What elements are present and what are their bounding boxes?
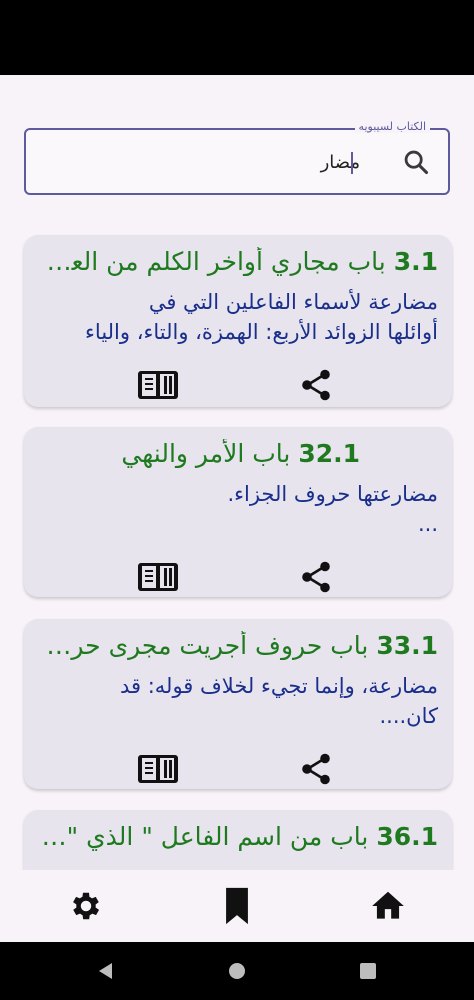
snippet-line: مضارعتها حروف الجزاء. (227, 482, 438, 506)
share-icon (302, 369, 330, 401)
snippet-line: مضارعة، وإنما تجيء لخلاف قوله: قد (119, 674, 438, 698)
read-button[interactable] (136, 749, 180, 789)
text-caret (351, 152, 353, 174)
settings-button[interactable] (64, 884, 108, 928)
result-number: 32.1 (298, 439, 360, 468)
home-button[interactable] (366, 884, 410, 928)
search-legend: الكتاب لسيبويه (354, 120, 430, 133)
result-snippet: مضارعتها حروف الجزاء. ... (36, 479, 438, 539)
result-title: 32.1 باب الأمر والنهي (38, 439, 360, 468)
result-card[interactable]: 32.1 باب الأمر والنهي مضارعتها حروف الجز… (24, 427, 452, 597)
status-bar (0, 0, 474, 75)
system-back-button[interactable] (95, 960, 117, 982)
read-button[interactable] (136, 365, 180, 405)
bookmark-icon (226, 887, 248, 925)
result-snippet: مضارعة، وإنما تجيء لخلاف قوله: قد كان...… (36, 671, 438, 731)
snippet-line: كان.... (379, 704, 438, 728)
result-title-text: باب من اسم الفاعل " الذي " ... (38, 822, 369, 851)
result-title: 33.1 باب حروف أجريت مجرى حروف الاستفهام (38, 631, 438, 660)
results-screen: الكتاب لسيبويه 3.1 باب مجاري أواخر الكلم… (0, 75, 474, 870)
share-icon (302, 561, 330, 593)
book-open-icon (138, 371, 178, 399)
result-number: 33.1 (376, 631, 438, 660)
system-home-button[interactable] (226, 960, 248, 982)
result-title: 36.1 باب من اسم الفاعل " الذي " ... (38, 822, 438, 851)
book-open-icon (138, 755, 178, 783)
bookmarks-button[interactable] (215, 884, 259, 928)
gear-icon (73, 892, 100, 920)
search-box[interactable]: الكتاب لسيبويه (24, 120, 450, 195)
result-number: 36.1 (376, 822, 438, 851)
search-input[interactable] (110, 146, 360, 178)
book-open-icon (138, 563, 178, 591)
bottom-navigation (0, 870, 474, 942)
home-icon (372, 891, 404, 919)
snippet-line: أوائلها الزوائد الأربع: الهمزة، والتاء، … (85, 320, 438, 344)
result-title-text: باب حروف أجريت مجرى حروف الاستفهام (38, 631, 369, 660)
result-title-text: باب مجاري أواخر الكلم من العربية (38, 247, 386, 276)
snippet-line: مضارعة لأسماء الفاعلين التي في (148, 290, 438, 314)
result-number: 3.1 (393, 247, 438, 276)
result-card[interactable]: 36.1 باب من اسم الفاعل " الذي " ... (24, 810, 452, 870)
result-title-text: باب الأمر والنهي (121, 439, 291, 468)
share-icon (302, 753, 330, 785)
result-card[interactable]: 3.1 باب مجاري أواخر الكلم من العربية مضا… (24, 235, 452, 407)
home-circle-icon (229, 963, 245, 979)
share-button[interactable] (294, 365, 338, 405)
back-triangle-icon (99, 963, 112, 979)
share-button[interactable] (294, 749, 338, 789)
recents-square-icon (360, 963, 376, 979)
system-navigation-bar (0, 942, 474, 1000)
result-title: 3.1 باب مجاري أواخر الكلم من العربية (38, 247, 438, 276)
result-card[interactable]: 33.1 باب حروف أجريت مجرى حروف الاستفهام … (24, 619, 452, 789)
search-icon[interactable] (402, 148, 430, 176)
snippet-line: ... (417, 512, 438, 536)
system-recents-button[interactable] (357, 960, 379, 982)
share-button[interactable] (294, 557, 338, 597)
result-snippet: مضارعة لأسماء الفاعلين التي في أوائلها ا… (36, 287, 438, 347)
read-button[interactable] (136, 557, 180, 597)
